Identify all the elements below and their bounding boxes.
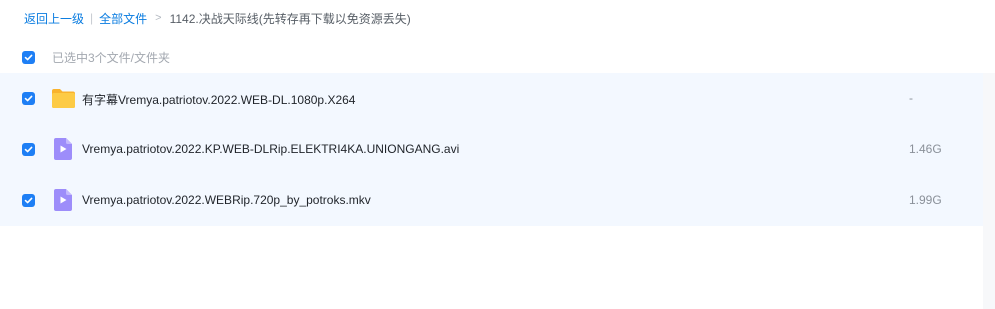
file-size: 1.46G [909,142,942,156]
breadcrumb-arrow-icon: > [155,12,162,24]
file-size: - [909,91,913,105]
breadcrumb: 返回上一级 | 全部文件 > 1142.决战天际线(先转存再下载以免资源丢失) [24,10,411,26]
file-name[interactable]: Vremya.patriotov.2022.WEBRip.720p_by_pot… [82,193,371,207]
all-files-link[interactable]: 全部文件 [99,10,147,27]
file-row-video[interactable]: Vremya.patriotov.2022.KP.WEB-DLRip.ELEKT… [0,124,995,175]
checkmark-icon [24,197,33,204]
row-checkbox[interactable] [22,194,35,207]
file-size: 1.99G [909,193,942,207]
selection-summary: 已选中3个文件/文件夹 [52,50,171,65]
selection-bar: 已选中3个文件/文件夹 [22,49,170,65]
back-link[interactable]: 返回上一级 [24,10,84,27]
file-name[interactable]: 有字幕Vremya.patriotov.2022.WEB-DL.1080p.X2… [82,91,355,108]
current-folder-title: 1142.决战天际线(先转存再下载以免资源丢失) [169,11,411,26]
select-all-checkbox[interactable] [22,50,35,64]
scrollbar-track[interactable] [983,73,995,309]
checkmark-icon [24,54,33,60]
checkmark-icon [24,95,33,102]
checkmark-icon [24,146,33,153]
breadcrumb-separator: | [90,11,94,25]
file-name[interactable]: Vremya.patriotov.2022.KP.WEB-DLRip.ELEKT… [82,142,459,156]
file-row-video[interactable]: Vremya.patriotov.2022.WEBRip.720p_by_pot… [0,175,995,226]
row-checkbox[interactable] [22,92,35,105]
row-checkbox[interactable] [22,143,35,156]
file-row-folder[interactable]: 有字幕Vremya.patriotov.2022.WEB-DL.1080p.X2… [0,73,995,124]
file-list: 有字幕Vremya.patriotov.2022.WEB-DL.1080p.X2… [0,73,995,226]
video-file-icon [54,138,72,160]
video-file-icon [54,189,72,211]
folder-icon [52,89,75,108]
